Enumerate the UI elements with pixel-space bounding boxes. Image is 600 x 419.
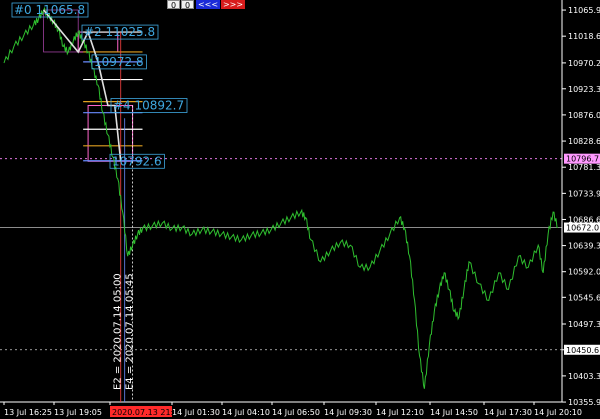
wave-label: #0 11065.8	[14, 3, 85, 17]
chart-background	[0, 0, 600, 419]
y-tick-label: 10545.6	[568, 293, 600, 302]
wave-label: 10972.8	[94, 55, 144, 69]
prev-wave-button[interactable]: <<<	[196, 0, 220, 9]
x-tick-label: 13 Jul 16:25	[4, 408, 52, 417]
vertical-label: E4 = 2020.07.14 05:45	[125, 273, 136, 390]
counter-b-button[interactable]: 0	[181, 0, 194, 10]
wave-label: 10792.6	[112, 154, 162, 168]
y-tick-label: 10876.0	[568, 111, 600, 120]
x-tick-label: 14 Jul 06:50	[272, 408, 320, 417]
wave-label: #4 10892.7	[113, 99, 184, 113]
y-tick-label: 10923.3	[568, 85, 600, 94]
wave-label: #2 11025.8	[84, 25, 155, 39]
x-tick-label: 13 Jul 19:05	[54, 408, 102, 417]
y-tick-label: 10970.2	[568, 59, 600, 68]
vertical-label: E2 = 2020.07.14 05:00	[113, 273, 124, 390]
x-tick-label: 14 Jul 01:30	[172, 408, 220, 417]
y-tick-label: 10403.3	[568, 372, 600, 381]
y-tick-label: 10497.3	[568, 320, 600, 329]
y-tick-label: 10828.6	[568, 137, 600, 146]
y-tick-label: 10639.3	[568, 242, 600, 251]
counter-a-button[interactable]: 0	[167, 0, 180, 10]
current-price-badge: 10672.0	[566, 224, 599, 233]
y-tick-label: 10781.3	[568, 163, 600, 172]
x-tick-label: 14 Jul 14:50	[430, 408, 478, 417]
x-tick-label: 14 Jul 17:30	[484, 408, 532, 417]
y-tick-label: 11018.6	[568, 32, 600, 41]
y-tick-label: 10592.0	[568, 268, 600, 277]
x-tick-label: 14 Jul 04:10	[222, 408, 270, 417]
x-tick-label: 14 Jul 12:10	[376, 408, 424, 417]
x-tick-label: 14 Jul 09:30	[324, 408, 372, 417]
upper-level-badge: 10796.7	[566, 155, 599, 164]
y-tick-label: 10733.9	[568, 189, 600, 198]
next-wave-button[interactable]: >>>	[221, 0, 245, 9]
lower-level-badge: 10450.6	[566, 346, 599, 355]
x-tick-label: 14 Jul 20:10	[534, 408, 582, 417]
y-tick-label: 11065.9	[568, 6, 600, 15]
y-tick-label: 10355.9	[568, 398, 600, 407]
price-chart[interactable]: #0 11065.8 #2 11025.8 10972.8 #4 10892.7 107…	[0, 0, 600, 419]
